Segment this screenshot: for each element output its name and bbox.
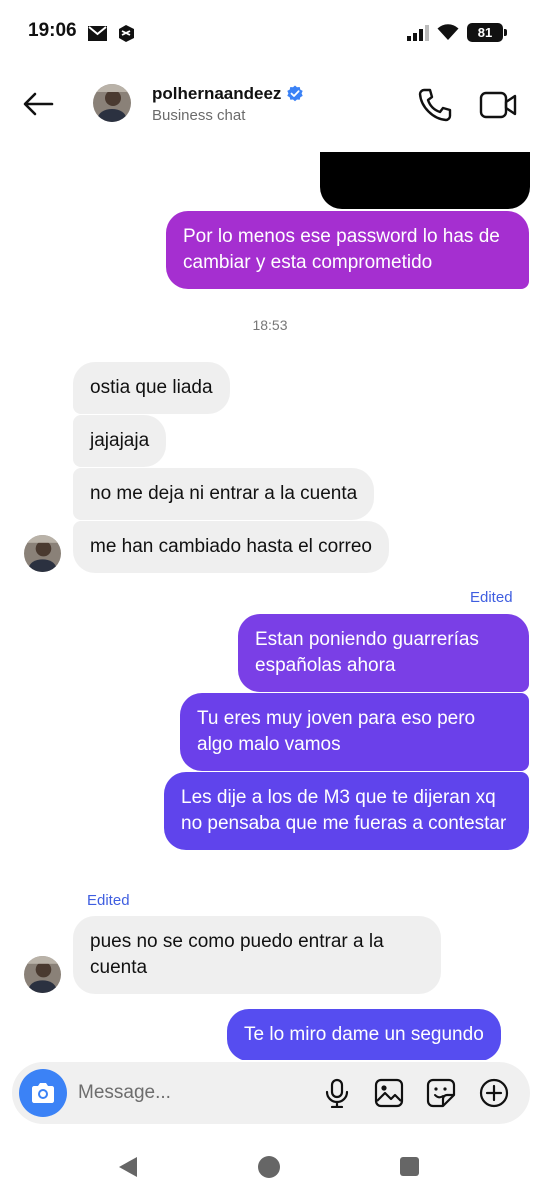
message-outgoing[interactable]: Estan poniendo guarrerías españolas ahor… [238,614,529,692]
contact-name-row[interactable]: polhernaandeez [152,84,304,104]
back-button[interactable] [18,86,58,122]
message-incoming[interactable]: ostia que liada [73,362,230,414]
avatar-photo [24,956,61,993]
microphone-icon [325,1078,349,1108]
message-incoming[interactable]: me han cambiado hasta el correo [73,521,389,573]
arrow-left-icon [23,92,54,116]
message-incoming[interactable]: no me deja ni entrar a la cuenta [73,468,375,520]
edited-label: Edited [87,892,130,909]
avatar-photo [24,535,61,572]
nav-recents-button[interactable] [400,1157,419,1176]
status-bar: 19:06 81 [0,0,540,64]
contact-name: polhernaandeez [152,84,282,103]
gallery-button[interactable] [372,1076,406,1110]
redacted-message [320,152,530,209]
signal-icon [407,25,429,41]
edited-label: Edited [470,589,513,606]
message-incoming[interactable]: pues no se como puedo entrar a la cuenta [73,916,441,994]
video-camera-icon [479,91,517,119]
message-outgoing[interactable]: Les dije a los de M3 que te dijeran xq n… [164,772,529,850]
message-outgoing[interactable]: Te lo miro dame un segundo [227,1009,501,1060]
avatar[interactable] [24,535,61,572]
sticker-icon [426,1078,456,1108]
status-time: 19:06 [28,20,77,41]
contact-subtitle: Business chat [152,107,246,124]
message-incoming[interactable]: jajajaja [73,415,167,467]
message-outgoing[interactable]: Por lo menos ese password lo has de camb… [166,211,529,289]
plus-circle-icon [479,1078,509,1108]
nav-home-button[interactable] [258,1156,280,1178]
message-timestamp: 18:53 [252,317,288,333]
message-input[interactable] [78,1076,308,1110]
app-notification-icon [119,25,134,42]
system-navigation-bar [0,1135,540,1199]
message-outgoing[interactable]: Tu eres muy joven para eso pero algo mal… [180,693,529,771]
message-list[interactable]: Por lo menos ese password lo has de camb… [0,144,540,1060]
camera-icon [32,1083,54,1103]
camera-button[interactable] [19,1069,67,1117]
image-icon [374,1078,404,1108]
avatar[interactable] [93,84,131,122]
nav-back-icon[interactable] [117,1155,139,1179]
battery-tip [504,29,507,36]
avatar[interactable] [24,956,61,993]
phone-icon [418,88,452,122]
verified-badge-icon [287,85,304,102]
wifi-icon [437,24,459,40]
battery-indicator: 81 [467,23,503,42]
more-options-button[interactable] [477,1076,511,1110]
message-composer [12,1062,530,1124]
voice-message-button[interactable] [320,1076,354,1110]
video-call-button[interactable] [478,86,518,124]
voice-call-button[interactable] [416,86,454,124]
sticker-button[interactable] [424,1076,458,1110]
mail-icon [88,26,107,41]
chat-header: polhernaandeez Business chat [0,64,540,144]
avatar-photo [93,84,131,122]
